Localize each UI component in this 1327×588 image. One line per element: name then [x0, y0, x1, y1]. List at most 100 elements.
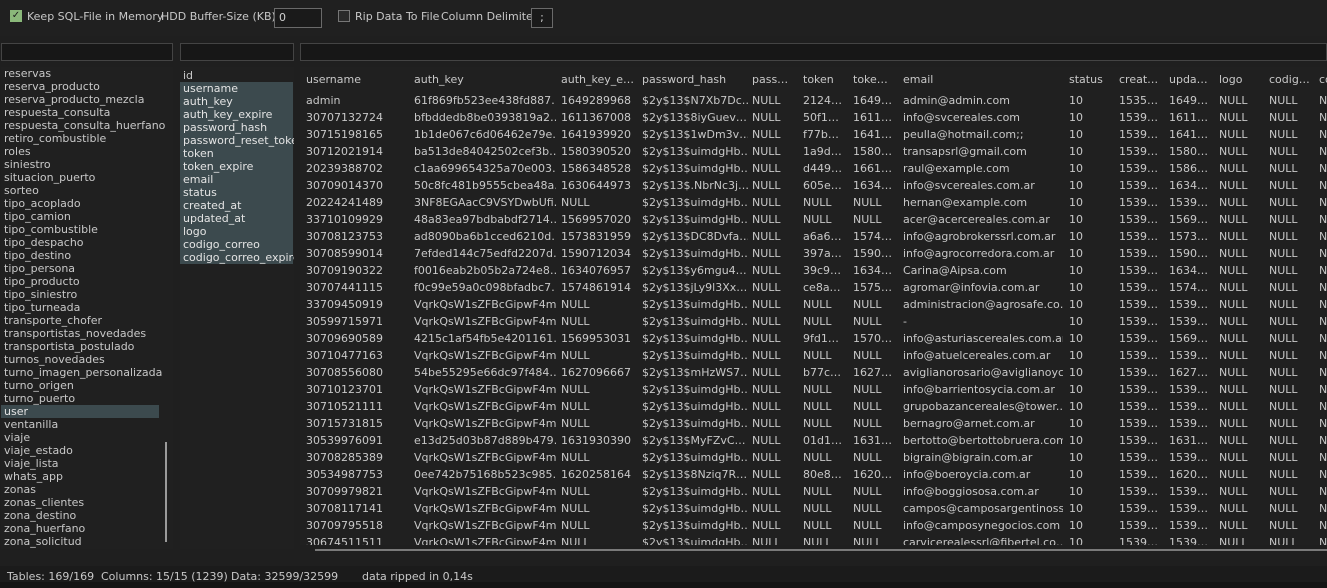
table-cell[interactable]: N — [1319, 398, 1327, 415]
table-cell[interactable]: 50c8fc481b9555cbea48a… — [414, 177, 556, 194]
table-row[interactable]: 30709979821 VqrkQsW1sZFBcGipwF4m… NULL $2y$… — [300, 483, 1327, 500]
column-list-item[interactable]: codigo_correo_expire — [180, 251, 294, 264]
column-list-item[interactable]: status — [180, 186, 293, 199]
table-cell[interactable]: NULL — [752, 449, 799, 466]
table-row[interactable]: 30708556080 54be55295e66dc97f484… 16270966… — [300, 364, 1327, 381]
table-cell[interactable]: NULL — [1269, 500, 1316, 517]
table-cell[interactable]: NULL — [752, 534, 799, 545]
table-cell[interactable]: NULL — [1269, 432, 1316, 449]
table-cell[interactable]: 1590… — [1169, 245, 1216, 262]
table-cell[interactable]: NULL — [752, 296, 799, 313]
table-cell[interactable]: NULL — [561, 347, 639, 364]
table-cell[interactable]: 01d1… — [803, 432, 850, 449]
tables-scrollbar[interactable] — [165, 442, 167, 542]
column-header[interactable]: auth_key_e… — [561, 71, 639, 88]
table-cell[interactable]: $2y$13$uimdgHb… — [642, 160, 748, 177]
table-row[interactable]: 30710477163 VqrkQsW1sZFBcGipwF4m… NULL $2y$… — [300, 347, 1327, 364]
table-cell[interactable]: NULL — [1269, 381, 1316, 398]
table-cell[interactable]: 10 — [1069, 398, 1116, 415]
table-cell[interactable]: a6a6… — [803, 228, 850, 245]
table-cell[interactable]: 10 — [1069, 296, 1116, 313]
table-cell[interactable]: NULL — [853, 211, 900, 228]
table-cell[interactable]: NULL — [1269, 211, 1316, 228]
table-cell[interactable]: 30710123701 — [306, 381, 411, 398]
table-cell[interactable]: NULL — [1269, 160, 1316, 177]
table-cell[interactable]: NULL — [1219, 398, 1266, 415]
table-cell[interactable]: NULL — [853, 347, 900, 364]
table-cell[interactable]: NULL — [752, 92, 799, 109]
table-cell[interactable]: 10 — [1069, 177, 1116, 194]
table-cell[interactable]: aviglianorosario@aviglianoyci… — [903, 364, 1063, 381]
table-cell[interactable]: $2y$13$N7Xb7Dc… — [642, 92, 748, 109]
table-cell[interactable]: 10 — [1069, 194, 1116, 211]
table-cell[interactable]: $2y$13$1wDm3v… — [642, 126, 748, 143]
table-cell[interactable]: 1539… — [1169, 296, 1216, 313]
table-cell[interactable]: NULL — [1219, 194, 1266, 211]
table-cell[interactable]: 7efded144c75edfd2207d… — [414, 245, 556, 262]
table-cell[interactable]: NULL — [1219, 313, 1266, 330]
table-cell[interactable]: NULL — [752, 262, 799, 279]
table-cell[interactable]: NULL — [1269, 415, 1316, 432]
table-cell[interactable]: NULL — [752, 160, 799, 177]
table-cell[interactable]: ba513de84042502cef3b… — [414, 143, 556, 160]
table-cell[interactable]: NULL — [1219, 483, 1266, 500]
table-cell[interactable]: 1539… — [1119, 500, 1166, 517]
table-cell[interactable]: bigrain@bigrain.com.ar — [903, 449, 1063, 466]
table-cell[interactable]: 1586348528 — [561, 160, 639, 177]
table-cell[interactable]: NULL — [1219, 449, 1266, 466]
table-cell[interactable]: NULL — [1269, 296, 1316, 313]
table-row[interactable]: 30709690589 4215c1af54fb5e4201161… 1569953… — [300, 330, 1327, 347]
table-cell[interactable]: 1539… — [1169, 449, 1216, 466]
table-cell[interactable]: NULL — [1219, 109, 1266, 126]
table-cell[interactable]: 1570… — [853, 330, 900, 347]
table-row[interactable]: 33709450919 VqrkQsW1sZFBcGipwF4m… NULL $2y$… — [300, 296, 1327, 313]
table-cell[interactable]: 1611… — [853, 109, 900, 126]
table-cell[interactable]: 1539… — [1169, 398, 1216, 415]
table-row[interactable]: 30709190322 f0016eab2b05b2a724e8… 16340769… — [300, 262, 1327, 279]
table-row[interactable]: 33710109929 48a83ea97bdbabdf2714… 15699570… — [300, 211, 1327, 228]
table-cell[interactable]: 1539… — [1169, 517, 1216, 534]
table-cell[interactable]: 1539… — [1169, 415, 1216, 432]
table-cell[interactable]: NULL — [561, 449, 639, 466]
table-cell[interactable]: 1569957020 — [561, 211, 639, 228]
table-cell[interactable]: ad8090ba6b1cced6210d… — [414, 228, 556, 245]
column-delimiter-input[interactable]: ; — [531, 8, 553, 28]
table-cell[interactable]: $2y$13$uimdgHb… — [642, 398, 748, 415]
table-cell[interactable]: VqrkQsW1sZFBcGipwF4m… — [414, 398, 556, 415]
table-cell[interactable]: 30710521111 — [306, 398, 411, 415]
table-list-item[interactable]: viaje — [1, 431, 159, 444]
table-cell[interactable]: acer@acercereales.com.ar — [903, 211, 1063, 228]
table-cell[interactable]: info@asturiascereales.com.ar — [903, 330, 1063, 347]
table-cell[interactable]: NULL — [1219, 126, 1266, 143]
table-list-item[interactable]: respuesta_consulta — [1, 106, 159, 119]
table-cell[interactable]: NULL — [803, 449, 850, 466]
keep-sql-checkbox[interactable]: ✓ — [10, 10, 22, 22]
table-cell[interactable]: VqrkQsW1sZFBcGipwF4m… — [414, 517, 556, 534]
table-list-item[interactable]: transportista_postulado — [1, 340, 159, 353]
table-cell[interactable]: 1539… — [1119, 228, 1166, 245]
table-cell[interactable]: $2y$13$uimdgHb… — [642, 517, 748, 534]
table-list-item[interactable]: zona_destino — [1, 509, 159, 522]
table-cell[interactable]: NULL — [853, 415, 900, 432]
table-cell[interactable]: 10 — [1069, 466, 1116, 483]
table-cell[interactable]: NULL — [561, 517, 639, 534]
table-cell[interactable]: 1539… — [1119, 177, 1166, 194]
table-cell[interactable]: NULL — [752, 415, 799, 432]
hdd-buffer-input[interactable]: 0 — [274, 8, 322, 28]
column-header[interactable]: logo — [1219, 71, 1266, 88]
table-cell[interactable]: 30709190322 — [306, 262, 411, 279]
table-cell[interactable]: 1539… — [1119, 534, 1166, 545]
table-cell[interactable]: 1661… — [853, 160, 900, 177]
table-cell[interactable]: $2y$13$.NbrNc3j… — [642, 177, 748, 194]
column-list-item[interactable]: auth_key_expire — [180, 108, 293, 121]
column-header[interactable]: codig… — [1269, 71, 1316, 88]
table-cell[interactable]: NULL — [1219, 432, 1266, 449]
table-cell[interactable]: $2y$13$uimdgHb… — [642, 245, 748, 262]
table-cell[interactable]: NULL — [752, 109, 799, 126]
table-list-item[interactable]: viaje_estado — [1, 444, 159, 457]
tables-list[interactable]: reservas reserva_producto reserva_producto… — [1, 67, 173, 549]
table-row[interactable]: 30674511511 VqrkQsW1sZFBcGipwF4m… NULL $2y$… — [300, 534, 1327, 545]
table-cell[interactable]: 10 — [1069, 211, 1116, 228]
table-cell[interactable]: NULL — [853, 381, 900, 398]
table-cell[interactable]: 30534987753 — [306, 466, 411, 483]
